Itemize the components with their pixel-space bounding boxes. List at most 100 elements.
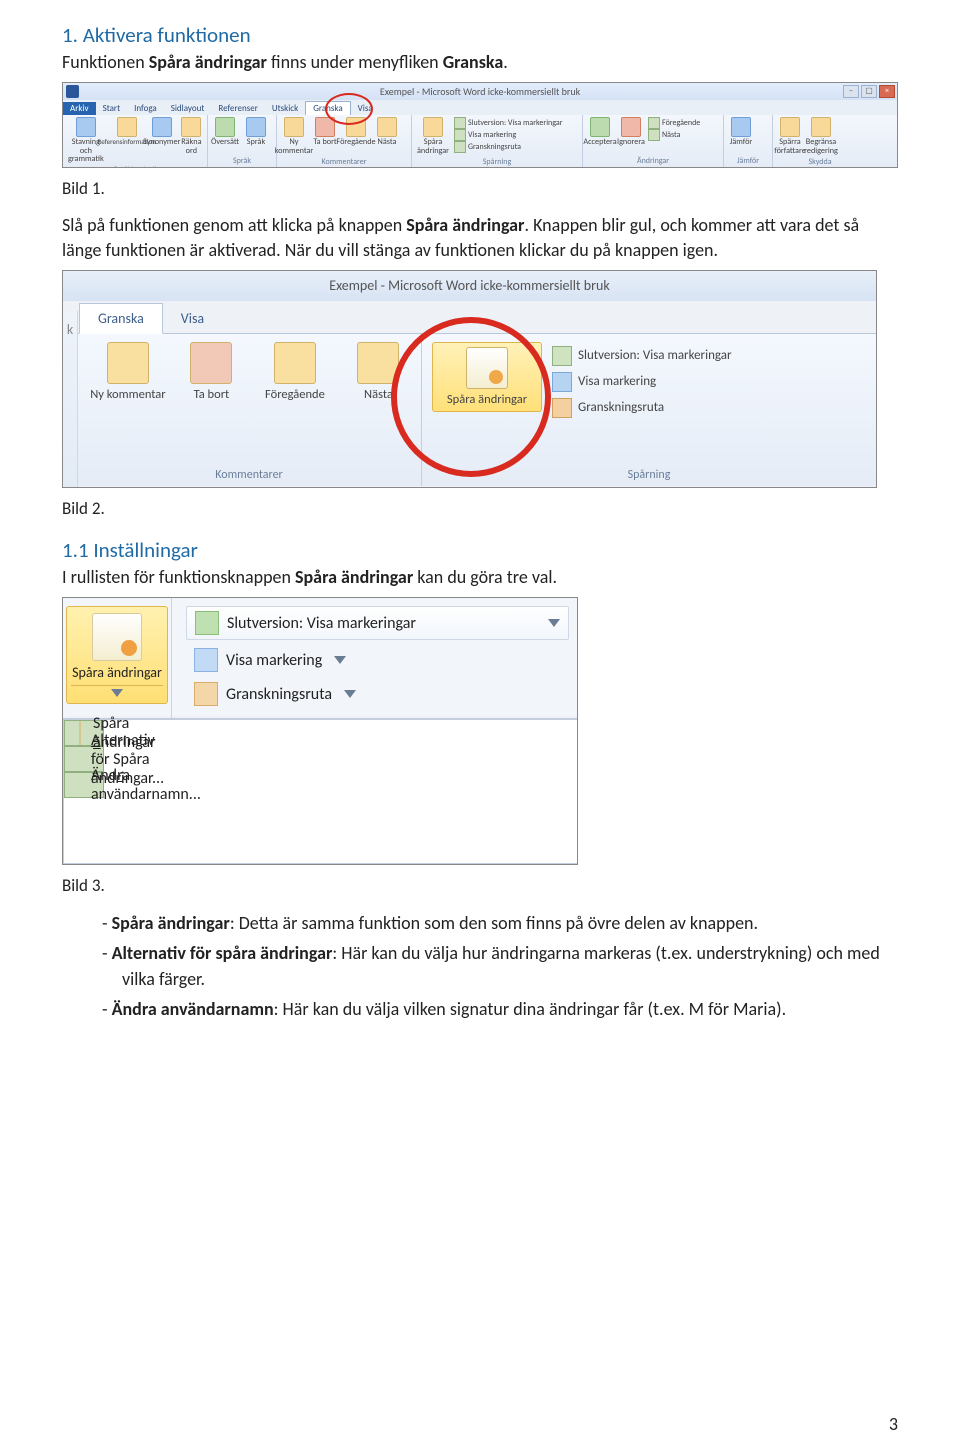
s11-pre: I rullisten för funktionsknappen (62, 566, 295, 588)
btn-sparra[interactable]: Spärra författare (776, 117, 804, 154)
lbl-tabort: Ta bort (313, 138, 336, 146)
b2-tab-granska[interactable]: Granska (79, 303, 163, 334)
b2-btn-fore[interactable]: Föregående (254, 342, 336, 402)
b3-chevron1-icon (334, 656, 346, 664)
lbl-visamark[interactable]: Visa markering (468, 130, 516, 140)
btn-referens[interactable]: Referensinformation (109, 117, 145, 145)
tab-granska[interactable]: Granska (305, 101, 350, 115)
s11-b: Spåra ändringar (295, 566, 413, 588)
btn-ta-bort[interactable]: Ta bort (311, 117, 339, 146)
lbl-gransk[interactable]: Granskningsruta (468, 142, 521, 152)
intro-post: finns under menyfliken (267, 51, 443, 73)
caption-bild1: Bild 1. (62, 178, 898, 199)
ribbon-tabs: Arkiv Start Infoga Sidlayout Referenser … (63, 100, 897, 115)
b3-chevron2-icon (344, 690, 356, 698)
tab-referenser[interactable]: Referenser (211, 102, 265, 115)
page-number: 3 (889, 1413, 898, 1435)
btn-synonym[interactable]: Synonymer (148, 117, 176, 146)
compare-icon (731, 117, 751, 137)
tab-infoga[interactable]: Infoga (127, 102, 164, 115)
b2-finalmarkup-icon (552, 346, 572, 366)
b2-lbl-gransk[interactable]: Granskningsruta (578, 400, 664, 415)
b3-line-slutversion[interactable]: Slutversion: Visa markeringar (186, 606, 569, 640)
tab-arkiv[interactable]: Arkiv (63, 102, 96, 115)
glabel-skydda: Skydda (776, 155, 864, 167)
b2-lbl-nasta: Nästa (364, 388, 393, 402)
lbl-prevchg[interactable]: Föregående (662, 118, 700, 128)
b2-showmarkup-icon (552, 372, 572, 392)
maximize-icon[interactable]: ▢ (861, 85, 877, 98)
b3-line-gransk[interactable]: Granskningsruta (186, 680, 569, 708)
window-titlebar: Exempel - Microsoft Word icke-kommersiel… (63, 83, 897, 100)
lbl-fore: Föregående (336, 138, 375, 146)
b2-reviewpane-icon (552, 398, 572, 418)
b2-lbl-visamark[interactable]: Visa markering (578, 374, 656, 389)
bullet3-b: Ändra användarnamn (112, 998, 274, 1020)
group-andringar: Acceptera Ignorera Föregående Nästa Ändr… (583, 115, 724, 167)
minimize-icon[interactable]: – (843, 85, 859, 98)
spellcheck-icon (76, 117, 96, 137)
btn-spara-andringar[interactable]: Spåra ändringar (415, 117, 451, 154)
tab-start[interactable]: Start (96, 102, 128, 115)
s11-post: kan du göra tre val. (413, 566, 557, 588)
b2-prev-comment-icon (274, 342, 316, 384)
b2-titlebar: Exempel - Microsoft Word icke-kommersiel… (63, 271, 876, 301)
b2-btn-tabort[interactable]: Ta bort (179, 342, 244, 402)
tab-utskick[interactable]: Utskick (265, 102, 305, 115)
lbl-slutversion[interactable]: Slutversion: Visa markeringar (468, 118, 562, 128)
glabel-jamfor: Jämför (727, 154, 769, 166)
next-change-icon (648, 129, 660, 141)
heading-installningar: 1.1 Inställningar (62, 537, 898, 563)
tab-visa[interactable]: Visa (351, 102, 380, 115)
b2-group-sparning: Spåra ändringar Slutversion: Visa marker… (422, 334, 876, 486)
btn-rakna[interactable]: Räkna ord (179, 117, 204, 154)
btn-begransa[interactable]: Begränsa redigering (807, 117, 835, 154)
tab-sidlayout[interactable]: Sidlayout (164, 102, 212, 115)
bullet2-b: Alternativ för spåra ändringar (112, 942, 333, 964)
btn-nasta[interactable]: Nästa (373, 117, 401, 146)
intro-paragraph: Funktionen Spåra ändringar finns under m… (62, 50, 898, 74)
b3-menu-andra[interactable]: Ändra användarnamn... (64, 772, 104, 798)
b2-new-comment-icon (107, 342, 149, 384)
b2-btn-nykomm[interactable]: Ny kommentar (87, 342, 169, 402)
close-icon[interactable]: × (879, 85, 895, 98)
prev-comment-icon (346, 117, 366, 137)
lbl-jamfor: Jämför (730, 138, 753, 146)
glabel-sparning: Spårning (415, 155, 579, 167)
btn-sprak[interactable]: Språk (242, 117, 270, 146)
lbl-spara: Spåra ändringar (415, 138, 451, 154)
b3-btn-spara-andringar[interactable]: Spåra ändringar (66, 606, 168, 703)
window-controls: – ▢ × (843, 85, 895, 98)
b3-line-visamark[interactable]: Visa markering (186, 646, 569, 674)
btn-ignorera[interactable]: Ignorera (617, 117, 645, 146)
reference-icon (117, 117, 137, 137)
translate-icon (215, 117, 235, 137)
btn-foregaende[interactable]: Föregående (342, 117, 370, 146)
lbl-begransa: Begränsa redigering (804, 138, 838, 154)
btn-oversatt[interactable]: Översätt (211, 117, 239, 146)
b3-lbl-spara: Spåra ändringar (72, 665, 162, 680)
b2-glabel-kommentarer: Kommentarer (87, 464, 411, 482)
btn-ny-kommentar[interactable]: Ny kommentar (280, 117, 308, 154)
b2-lbl-slutversion[interactable]: Slutversion: Visa markeringar (578, 348, 732, 363)
group-sprak: Översätt Språk Språk (208, 115, 277, 167)
lbl-synonym: Synonymer (143, 138, 180, 146)
bullet-2: Alternativ för spåra ändringar: Här kan … (102, 940, 898, 992)
bullet3-t: : Här kan du välja vilken signatur dina … (274, 998, 786, 1020)
btn-jamfor[interactable]: Jämför (727, 117, 755, 146)
btn-acceptera[interactable]: Acceptera (586, 117, 614, 146)
b3-dropdown-arrow2-icon[interactable] (548, 619, 560, 627)
language-icon (246, 117, 266, 137)
b2-track-changes-icon (466, 347, 508, 389)
lbl-nextchg[interactable]: Nästa (662, 130, 680, 140)
para2-b1: Spåra ändringar (406, 214, 524, 236)
group-sprakkontroll: Stavning och grammatik Referensinformati… (63, 115, 208, 167)
b2-tab-visa[interactable]: Visa (163, 304, 222, 333)
intro-bold1: Spåra ändringar (149, 51, 267, 73)
intro-pre: Funktionen (62, 51, 149, 73)
b2-btn-nasta[interactable]: Nästa (346, 342, 411, 402)
window-title: Exempel - Microsoft Word icke-kommersiel… (380, 85, 580, 98)
b3-dropdown-arrow-icon[interactable] (111, 689, 123, 697)
b2-btn-spara-andringar[interactable]: Spåra ändringar (432, 342, 542, 412)
reject-icon (621, 117, 641, 137)
